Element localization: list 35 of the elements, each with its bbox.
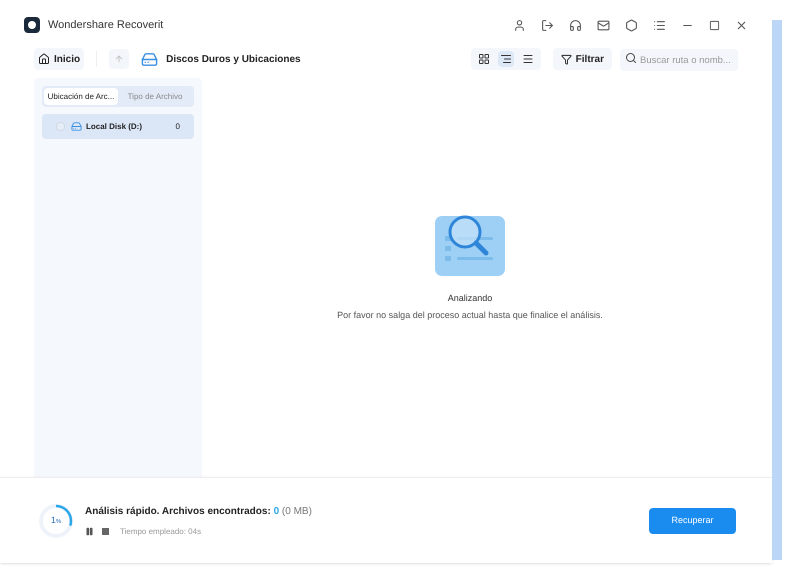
scrollbar[interactable] — [772, 20, 782, 560]
disk-label: Local Disk (D:) — [86, 120, 142, 132]
status-message: Por favor no salga del proceso actual hasta que finalice el análisis. — [337, 308, 603, 322]
support-icon[interactable] — [569, 18, 582, 32]
scan-status-text: Análisis rápido. Archivos encontrados: — [85, 506, 272, 516]
up-arrow-icon — [114, 54, 124, 64]
search-field[interactable]: Buscar ruta o nomb... — [620, 49, 738, 72]
maximize-icon[interactable] — [709, 20, 720, 30]
close-icon[interactable] — [735, 18, 748, 32]
sidebar-item[interactable]: Local Disk (D:) 0 — [42, 114, 194, 139]
sidebar-tab[interactable]: Ubicación de Arc... — [44, 88, 118, 105]
found-size: (0 MB) — [282, 506, 312, 516]
search-icon — [625, 52, 637, 64]
grid-view-icon — [478, 53, 490, 65]
pause-icon[interactable] — [85, 527, 94, 536]
file-count: 0 — [176, 120, 180, 132]
status-title: Analizando — [448, 292, 492, 305]
elapsed-time: Tiempo empleado: 04s — [120, 526, 202, 538]
window-title: Wondershare Recoverit — [48, 18, 164, 33]
filter-icon — [560, 54, 572, 64]
hexagon-icon[interactable] — [625, 18, 638, 32]
drive-icon — [141, 50, 158, 68]
filter-button[interactable]: Filtrar — [552, 48, 612, 70]
found-count: 0 — [274, 506, 280, 516]
home-button[interactable]: Inicio — [34, 48, 84, 70]
location-title: Discos Duros y Ubicaciones — [166, 52, 301, 66]
app-logo-icon — [24, 17, 40, 33]
exit-icon[interactable] — [541, 18, 554, 32]
list-view-icon — [522, 53, 534, 65]
account-icon[interactable] — [513, 18, 526, 32]
mail-icon[interactable] — [597, 18, 610, 32]
menu-icon[interactable] — [653, 18, 666, 32]
detail-view-icon — [500, 53, 512, 65]
home-icon — [38, 53, 50, 65]
view-mode-button[interactable] — [498, 51, 514, 67]
